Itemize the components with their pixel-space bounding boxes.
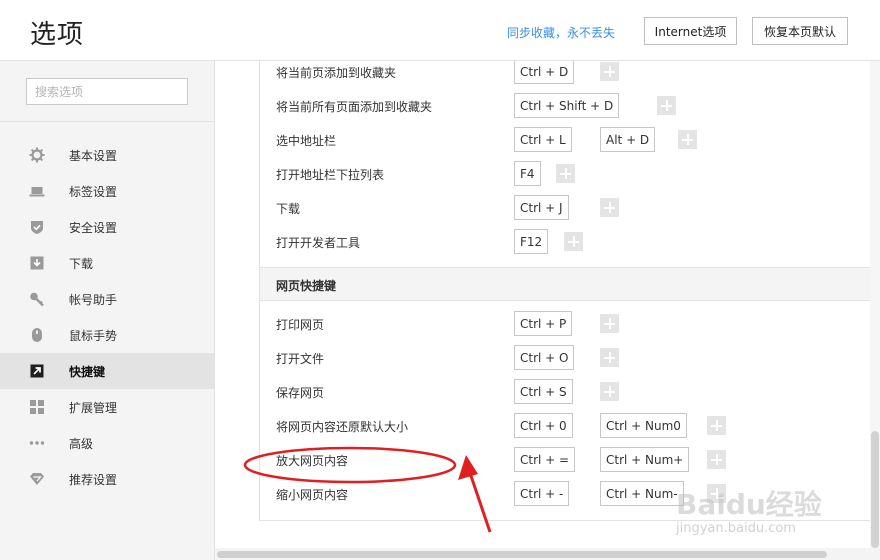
- diamond-icon: [29, 471, 45, 487]
- shortcut-key-field[interactable]: F4: [514, 161, 541, 186]
- shortcut-row: 打开文件 Ctrl + O: [276, 341, 856, 375]
- sidebar-item-label: 推荐设置: [69, 472, 118, 487]
- shortcut-arrow-icon: [29, 363, 45, 379]
- shortcut-label: 下载: [276, 201, 301, 216]
- key-icon: [29, 291, 45, 307]
- shield-icon: [29, 219, 45, 235]
- shortcut-label: 打开开发者工具: [276, 235, 361, 250]
- add-shortcut-plus-icon[interactable]: [600, 62, 619, 81]
- mouse-icon: [29, 327, 45, 343]
- shortcut-row: 选中地址栏 Ctrl + L Alt + D: [276, 123, 856, 157]
- add-shortcut-plus-icon[interactable]: [678, 130, 697, 149]
- shortcut-key-field[interactable]: Ctrl + P: [514, 311, 573, 336]
- sidebar-item-label: 基本设置: [69, 148, 118, 163]
- shortcut-label: 保存网页: [276, 385, 325, 400]
- shortcut-key-field[interactable]: Ctrl + O: [514, 345, 575, 370]
- shortcut-key-field[interactable]: Ctrl + Shift + D: [514, 93, 620, 118]
- add-shortcut-plus-icon[interactable]: [707, 450, 726, 469]
- sidebar-item-8[interactable]: 高级: [0, 425, 214, 461]
- sidebar-item-label: 扩展管理: [69, 400, 118, 415]
- shortcut-label: 选中地址栏: [276, 133, 337, 148]
- shortcut-label: 打开文件: [276, 351, 325, 366]
- sidebar-item-5[interactable]: 鼠标手势: [0, 317, 214, 353]
- shortcut-key-field[interactable]: Ctrl + D: [514, 61, 575, 84]
- shortcut-row: 将当前页添加到收藏夹 Ctrl + D: [276, 61, 856, 89]
- shortcut-list: 网页快捷键 将当前页添加到收藏夹 Ctrl + D 将当前所有页面添加到收藏夹 Ctr…: [259, 61, 871, 521]
- add-shortcut-plus-icon[interactable]: [600, 382, 619, 401]
- shortcut-key-field[interactable]: F12: [514, 229, 549, 254]
- watermark-logo: Baidu经验: [676, 488, 822, 521]
- sidebar-item-2[interactable]: 安全设置: [0, 209, 214, 245]
- shortcut-key-field[interactable]: Ctrl + S: [514, 379, 573, 404]
- shortcut-key-field[interactable]: Ctrl + J: [514, 195, 569, 220]
- sidebar-nav: 基本设置标签设置安全设置下载帐号助手鼠标手势快捷键扩展管理高级推荐设置: [0, 61, 214, 497]
- shortcut-row: 将当前所有页面添加到收藏夹 Ctrl + Shift + D: [276, 89, 856, 123]
- shortcut-key-field[interactable]: Ctrl + Num+: [600, 447, 690, 472]
- shortcut-key-field[interactable]: Alt + D: [600, 127, 656, 152]
- gear-icon: [29, 147, 45, 163]
- shortcut-row: 保存网页 Ctrl + S: [276, 375, 856, 409]
- shortcut-key-field[interactable]: Ctrl + -: [514, 481, 570, 506]
- shortcut-settings-panel: 网页快捷键 将当前页添加到收藏夹 Ctrl + D 将当前所有页面添加到收藏夹 Ctr…: [215, 61, 880, 548]
- section-title: 网页快捷键: [276, 279, 337, 293]
- sidebar-item-0[interactable]: 基本设置: [0, 137, 214, 173]
- sidebar-item-label: 快捷键: [69, 364, 106, 379]
- horizontal-scrollbar[interactable]: [215, 548, 880, 560]
- laptop-icon: [29, 183, 45, 199]
- grid-icon: [29, 399, 45, 415]
- sidebar-item-label: 高级: [69, 436, 94, 451]
- sidebar-item-label: 鼠标手势: [69, 328, 118, 343]
- horizontal-scroll-thumb[interactable]: [217, 551, 827, 558]
- add-shortcut-plus-icon[interactable]: [707, 416, 726, 435]
- options-window: 选项 同步收藏，永不丢失 Internet选项 恢复本页默认 基本设置标签设置安…: [0, 0, 880, 560]
- header-bar: 选项 同步收藏，永不丢失 Internet选项 恢复本页默认: [0, 0, 880, 61]
- shortcut-row: 下载 Ctrl + J: [276, 191, 856, 225]
- add-shortcut-plus-icon[interactable]: [564, 232, 583, 251]
- sidebar-item-1[interactable]: 标签设置: [0, 173, 214, 209]
- add-shortcut-plus-icon[interactable]: [600, 198, 619, 217]
- page-title: 选项: [30, 20, 85, 50]
- vertical-scroll-thumb[interactable]: [871, 431, 879, 548]
- shortcut-row: 打印网页 Ctrl + P: [276, 307, 856, 341]
- shortcut-label: 缩小网页内容: [276, 487, 349, 502]
- sidebar: 基本设置标签设置安全设置下载帐号助手鼠标手势快捷键扩展管理高级推荐设置: [0, 61, 215, 560]
- restore-defaults-button[interactable]: 恢复本页默认: [752, 17, 848, 45]
- shortcut-row: 打开地址栏下拉列表 F4: [276, 157, 856, 191]
- internet-options-button[interactable]: Internet选项: [644, 17, 737, 45]
- sidebar-item-label: 下载: [69, 256, 94, 271]
- shortcut-label: 打印网页: [276, 317, 325, 332]
- sidebar-item-label: 帐号助手: [69, 292, 118, 307]
- sidebar-item-label: 安全设置: [69, 220, 118, 235]
- shortcut-key-field[interactable]: Ctrl + =: [514, 447, 576, 472]
- sidebar-item-9[interactable]: 推荐设置: [0, 461, 214, 497]
- shortcut-key-field[interactable]: Ctrl + 0: [514, 413, 573, 438]
- shortcut-label: 将网页内容还原默认大小: [276, 419, 409, 434]
- shortcut-key-field[interactable]: Ctrl + Num0: [600, 413, 687, 438]
- sidebar-item-7[interactable]: 扩展管理: [0, 389, 214, 425]
- shortcut-label: 打开地址栏下拉列表: [276, 167, 385, 182]
- shortcut-row: 打开开发者工具 F12: [276, 225, 856, 259]
- shortcut-label: 放大网页内容: [276, 453, 349, 468]
- watermark-url: jingyan.baidu.com: [676, 521, 796, 536]
- shortcut-key-field[interactable]: Ctrl + Num-: [600, 481, 684, 506]
- sidebar-item-6[interactable]: 快捷键: [0, 353, 214, 389]
- add-shortcut-plus-icon[interactable]: [657, 96, 676, 115]
- add-shortcut-plus-icon[interactable]: [556, 164, 575, 183]
- shortcut-row: 将网页内容还原默认大小 Ctrl + 0 Ctrl + Num0: [276, 409, 856, 443]
- sidebar-item-4[interactable]: 帐号助手: [0, 281, 214, 317]
- sync-favorites-link[interactable]: 同步收藏，永不丢失: [507, 24, 615, 41]
- shortcut-row: 放大网页内容 Ctrl + = Ctrl + Num+: [276, 443, 856, 477]
- sidebar-item-3[interactable]: 下载: [0, 245, 214, 281]
- add-shortcut-plus-icon[interactable]: [600, 314, 619, 333]
- vertical-scrollbar[interactable]: [870, 61, 880, 548]
- shortcut-label: 将当前页添加到收藏夹: [276, 65, 397, 80]
- more-dots-icon: [29, 435, 45, 451]
- add-shortcut-plus-icon[interactable]: [600, 348, 619, 367]
- download-icon: [29, 255, 45, 271]
- shortcut-key-field[interactable]: Ctrl + L: [514, 127, 572, 152]
- sidebar-item-label: 标签设置: [69, 184, 118, 199]
- section-header-page-shortcuts: 网页快捷键: [260, 267, 870, 301]
- shortcut-label: 将当前所有页面添加到收藏夹: [276, 99, 433, 114]
